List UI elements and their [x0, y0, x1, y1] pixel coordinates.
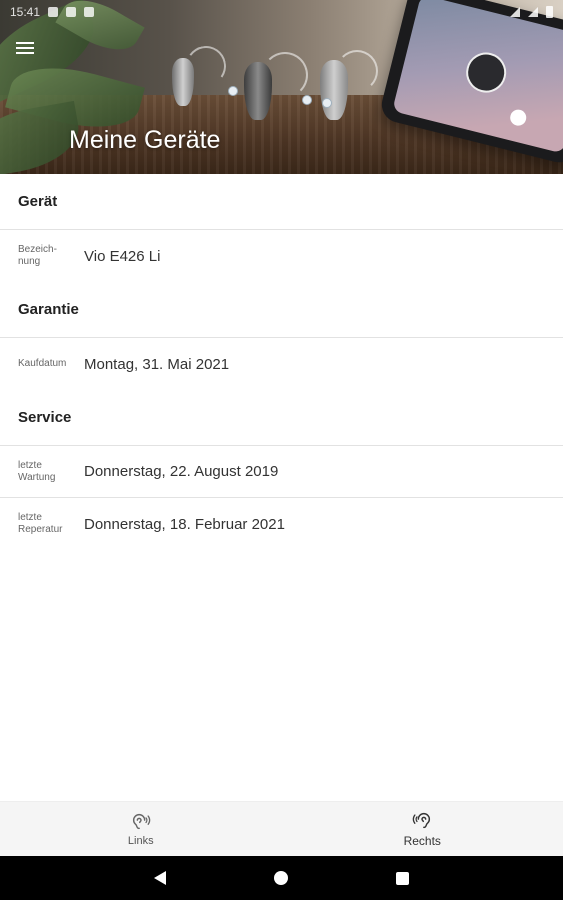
battery-icon — [546, 6, 553, 18]
hearing-aid-image — [244, 62, 272, 120]
detail-label: letzte Wartung — [18, 459, 56, 483]
detail-label: Bezeich- nung — [18, 244, 57, 267]
hearing-aid-image — [172, 58, 194, 106]
hamburger-menu-icon[interactable] — [16, 38, 38, 58]
notification-icon — [84, 7, 95, 17]
nav-item-rechts[interactable]: Rechts — [282, 802, 563, 856]
home-icon[interactable] — [274, 871, 288, 885]
detail-row-purchase-date: Kaufdatum Montag, 31. Mai 2021 — [0, 338, 563, 390]
detail-row-last-maintenance: letzte Wartung Donnerstag, 22. August 20… — [0, 446, 563, 498]
hearing-aid-dome — [302, 95, 312, 105]
detail-label: Kaufdatum — [18, 358, 67, 369]
ear-waves-icon — [413, 813, 431, 829]
hearing-aid-dome — [322, 98, 332, 108]
back-icon[interactable] — [154, 871, 166, 885]
detail-value: Donnerstag, 22. August 2019 — [84, 463, 279, 480]
notification-icon — [48, 7, 59, 17]
signal-icon — [528, 7, 538, 17]
notification-icon — [66, 7, 77, 17]
header-hero-image: 15:41 Meine Geräte — [0, 0, 563, 174]
app-dot-graphic — [508, 107, 528, 128]
app-circle-graphic — [461, 48, 511, 97]
detail-label: letzte Reperatur — [18, 512, 63, 535]
device-details: Gerät Bezeich- nung Vio E426 Li Garantie… — [0, 174, 563, 550]
detail-value: Vio E426 Li — [84, 247, 161, 265]
nav-label-links: Links — [127, 835, 154, 847]
detail-value: Montag, 31. Mai 2021 — [84, 355, 230, 373]
hearing-aid-dome — [228, 86, 238, 96]
wifi-icon — [510, 7, 520, 17]
section-header-warranty: Garantie — [0, 282, 563, 338]
nav-item-links[interactable]: Links — [0, 802, 282, 856]
nav-label-rechts: Rechts — [403, 834, 441, 848]
section-header-service: Service — [0, 390, 563, 446]
section-header-device: Gerät — [0, 174, 563, 230]
hearing-aid-image — [320, 60, 348, 120]
bottom-navigation: Links Rechts — [0, 801, 563, 856]
page-title: Meine Geräte — [69, 126, 221, 154]
detail-row-designation: Bezeich- nung Vio E426 Li — [0, 230, 563, 282]
status-bar: 15:41 — [0, 0, 563, 24]
ear-waves-icon — [132, 814, 150, 830]
detail-value: Donnerstag, 18. Februar 2021 — [84, 515, 285, 533]
detail-row-last-repair: letzte Reperatur Donnerstag, 18. Februar… — [0, 498, 563, 550]
recent-apps-icon[interactable] — [396, 871, 409, 885]
status-time: 15:41 — [10, 5, 41, 19]
system-navigation-bar — [0, 856, 563, 900]
